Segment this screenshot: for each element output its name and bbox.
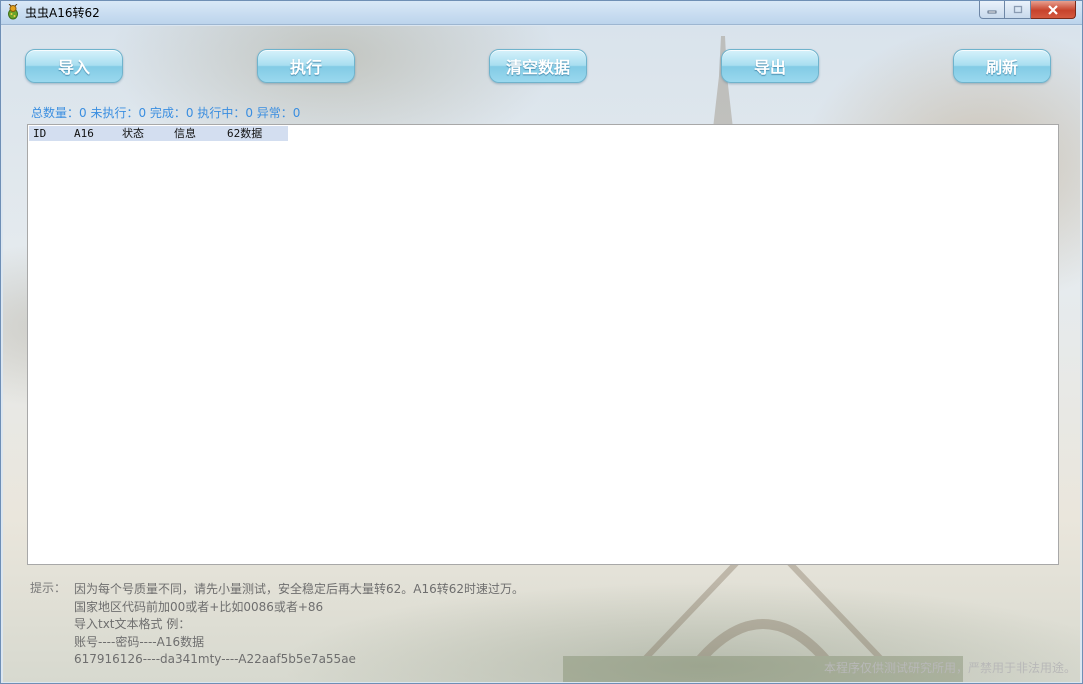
title-bar[interactable]: 虫虫A16转62	[1, 1, 1082, 25]
client-area: 导入 执行 清空数据 导出 刷新 总数量：0 未执行：0 完成：0 执行中：0 …	[3, 26, 1080, 682]
tip-line: 导入txt文本格式 例：	[74, 617, 191, 631]
window-title: 虫虫A16转62	[25, 6, 100, 20]
bug-app-icon	[5, 3, 21, 20]
column-header-62-data[interactable]: 62数据	[223, 126, 288, 141]
column-header-id[interactable]: ID	[29, 126, 70, 141]
tip-line: 因为每个号质量不同，请先小量测试，安全稳定后再大量转62。A16转62时速过万。	[74, 582, 525, 596]
list-header: ID A16 状态 信息 62数据	[29, 126, 288, 141]
import-button[interactable]: 导入	[25, 49, 123, 83]
close-button[interactable]	[1031, 1, 1076, 19]
column-header-info[interactable]: 信息	[170, 126, 223, 141]
status-summary: 总数量：0 未执行：0 完成：0 执行中：0 异常：0	[31, 106, 301, 120]
column-header-status[interactable]: 状态	[118, 126, 170, 141]
tips-text: 因为每个号质量不同，请先小量测试，安全稳定后再大量转62。A16转62时速过万。…	[74, 581, 524, 669]
tip-line: 账号----密码----A16数据	[74, 634, 205, 649]
disclaimer-text: 本程序仅供测试研究所用，严禁用于非法用途。	[823, 661, 1076, 675]
minimize-icon	[987, 10, 997, 13]
tip-line: 617916126----da341mty----A22aaf5b5e7a55a…	[74, 652, 356, 666]
tip-line: 国家地区代码前加00或者+比如0086或者+86	[74, 599, 324, 614]
maximize-button[interactable]	[1005, 1, 1031, 19]
clear-data-button[interactable]: 清空数据	[489, 49, 587, 83]
data-list-view[interactable]: ID A16 状态 信息 62数据	[27, 124, 1059, 565]
export-button[interactable]: 导出	[721, 49, 819, 83]
tips-label: 提示：	[30, 581, 67, 595]
execute-button[interactable]: 执行	[257, 49, 355, 83]
window-controls	[979, 1, 1076, 19]
app-window: 虫虫A16转62 导入 执行 清空数据 导出 刷新 总数量：0 未执行：0 完成…	[0, 0, 1083, 684]
column-header-a16[interactable]: A16	[70, 126, 118, 141]
close-icon	[1048, 4, 1058, 15]
minimize-button[interactable]	[979, 1, 1005, 19]
refresh-button[interactable]: 刷新	[953, 49, 1051, 83]
maximize-icon	[1013, 5, 1022, 14]
